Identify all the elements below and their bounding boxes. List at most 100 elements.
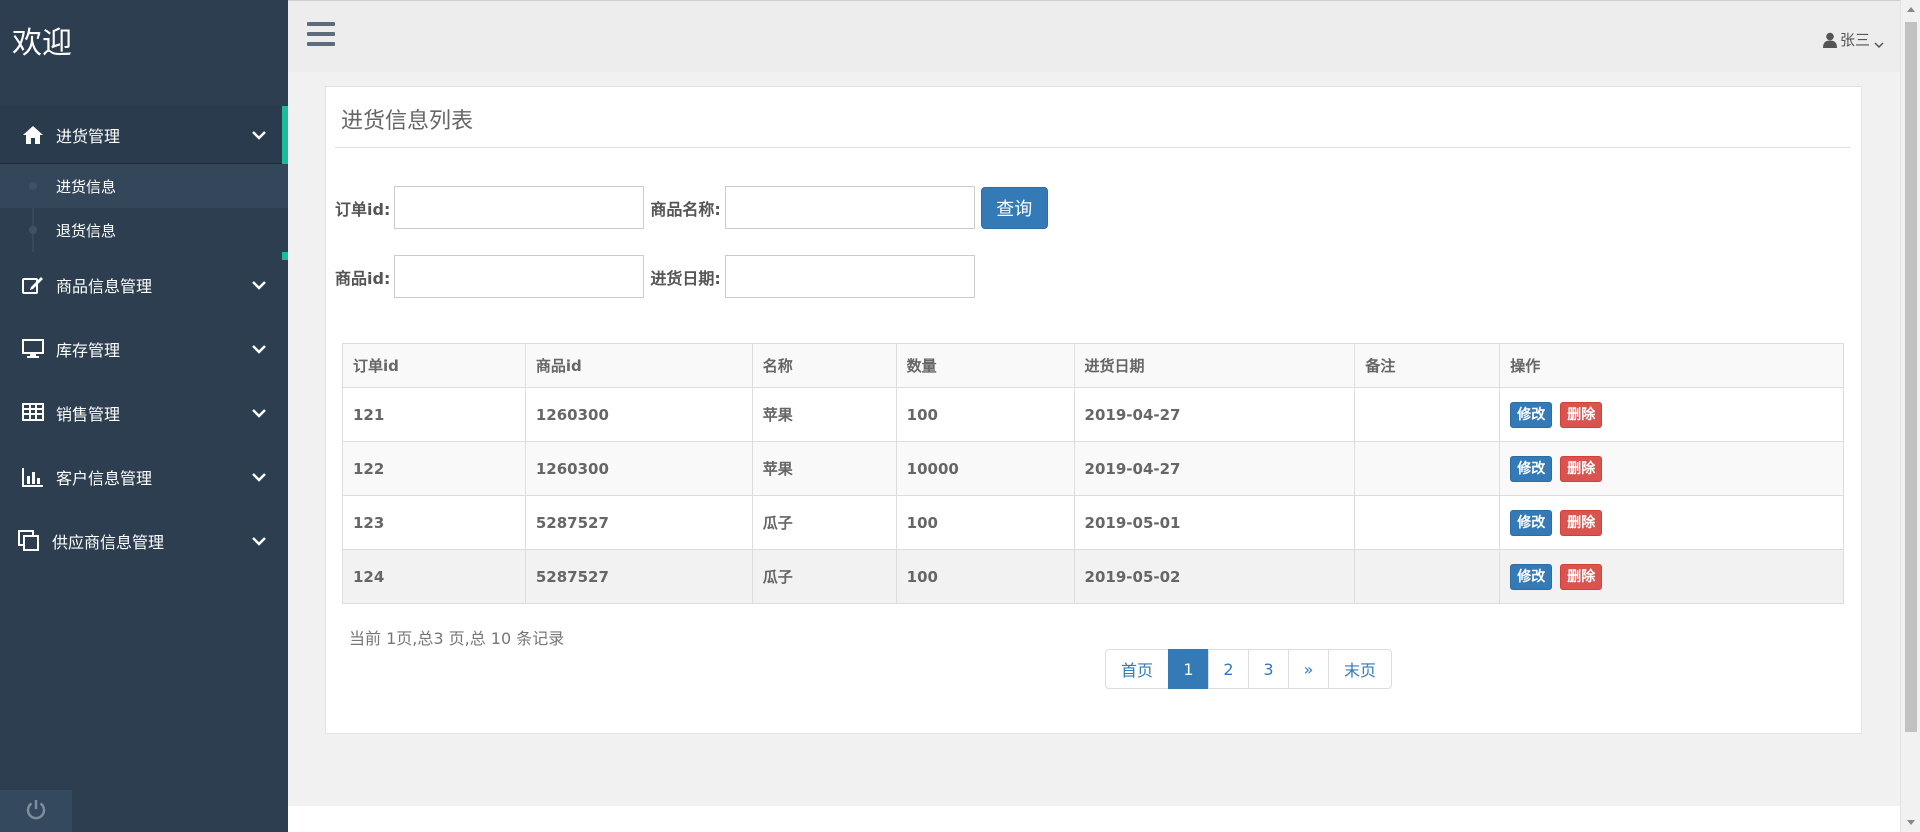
table-cell: 100 xyxy=(895,495,1075,550)
delete-button[interactable]: 删除 xyxy=(1560,401,1603,428)
table-cell: 1260300 xyxy=(524,441,753,496)
menu-group-purchase: 进货管理 进货信息 退货信息 xyxy=(0,106,288,260)
column-header[interactable]: 备注 xyxy=(1354,343,1501,388)
purchase-table: 订单id 商品id 名称 数量 进货日期 备注 操作 121 1260300 苹… xyxy=(342,343,1844,604)
last-page-link[interactable]: 末页 xyxy=(1328,649,1392,689)
order-id-label: 订单id: xyxy=(335,199,391,219)
divider xyxy=(335,147,1850,148)
column-header[interactable]: 商品id xyxy=(524,343,753,388)
scrollbar-thumb[interactable] xyxy=(1905,22,1917,732)
product-name-label: 商品名称: xyxy=(650,199,721,219)
sidebar-subitem-label: 进货信息 xyxy=(56,177,117,196)
sidebar-item-supplier[interactable]: 供应商信息管理 xyxy=(0,512,288,570)
actions-cell: 修改 删除 xyxy=(1499,441,1844,496)
chevron-down-icon xyxy=(250,276,268,294)
purchase-date-input[interactable] xyxy=(724,255,975,298)
table-cell: 1260300 xyxy=(524,387,753,442)
user-icon xyxy=(1822,32,1837,48)
page-title: 进货信息列表 xyxy=(341,109,474,134)
sidebar-subitem-return-info[interactable]: 退货信息 xyxy=(0,208,288,252)
table-cell xyxy=(1354,495,1501,550)
chevron-down-icon xyxy=(250,532,268,550)
edit-button[interactable]: 修改 xyxy=(1510,401,1553,428)
table-cell: 124 xyxy=(342,549,526,604)
actions-cell: 修改 删除 xyxy=(1499,387,1844,442)
table-cell: 122 xyxy=(342,441,526,496)
sidebar-item-customer[interactable]: 客户信息管理 xyxy=(0,448,288,506)
query-button[interactable]: 查询 xyxy=(980,186,1048,229)
scroll-up-arrow-icon[interactable] xyxy=(1901,0,1920,18)
hamburger-line xyxy=(307,22,335,26)
table-icon xyxy=(20,402,46,424)
edit-icon xyxy=(20,274,46,296)
edit-button[interactable]: 修改 xyxy=(1510,509,1553,536)
pagination: 首页 1 2 3 » 末页 xyxy=(1105,649,1392,689)
column-header[interactable]: 名称 xyxy=(751,343,897,388)
table-row: 121 1260300 苹果 100 2019-04-27 修改 删除 xyxy=(342,387,1844,442)
edit-button[interactable]: 修改 xyxy=(1510,563,1553,590)
copy-icon xyxy=(16,530,42,552)
bottom-strip xyxy=(288,806,1900,832)
content-area: 进货信息列表 订单id: 商品名称: 查询 商品id: 进货日期: 订单id 商… xyxy=(288,72,1900,808)
scroll-down-arrow-icon[interactable] xyxy=(1901,814,1920,832)
table-cell: 苹果 xyxy=(751,387,897,442)
power-icon xyxy=(25,798,47,825)
table-cell: 苹果 xyxy=(751,441,897,496)
product-name-input[interactable] xyxy=(724,186,975,229)
table-row: 124 5287527 瓜子 100 2019-05-02 修改 删除 xyxy=(342,549,1844,604)
table-row: 123 5287527 瓜子 100 2019-05-01 修改 删除 xyxy=(342,495,1844,550)
table-row: 122 1260300 苹果 10000 2019-04-27 修改 删除 xyxy=(342,441,1844,496)
column-header[interactable]: 进货日期 xyxy=(1073,343,1356,388)
column-header[interactable]: 订单id xyxy=(342,343,526,388)
next-page-link[interactable]: » xyxy=(1288,649,1329,689)
table-cell: 100 xyxy=(895,549,1075,604)
column-header[interactable]: 操作 xyxy=(1499,343,1844,388)
sidebar-subitem-label: 退货信息 xyxy=(56,221,117,240)
sidebar-item-label: 客户信息管理 xyxy=(56,469,153,488)
product-id-input[interactable] xyxy=(394,255,645,298)
table-cell: 2019-04-27 xyxy=(1073,441,1356,496)
user-name: 张三 xyxy=(1839,31,1870,49)
delete-button[interactable]: 删除 xyxy=(1560,455,1603,482)
table-cell xyxy=(1354,549,1501,604)
table-cell: 2019-05-02 xyxy=(1073,549,1356,604)
sidebar-subitem-purchase-info[interactable]: 进货信息 xyxy=(0,164,288,208)
edit-button[interactable]: 修改 xyxy=(1510,455,1553,482)
submenu-purchase: 进货信息 退货信息 xyxy=(0,164,288,252)
bullet-dot xyxy=(29,226,37,234)
bullet-dot xyxy=(29,182,37,190)
column-header[interactable]: 数量 xyxy=(895,343,1075,388)
brand-title: 欢迎 xyxy=(12,26,72,61)
table-cell: 5287527 xyxy=(524,495,753,550)
logout-button[interactable] xyxy=(0,790,72,832)
first-page-link[interactable]: 首页 xyxy=(1105,649,1169,689)
hamburger-line xyxy=(307,32,335,36)
table-cell: 瓜子 xyxy=(751,549,897,604)
topbar: 张三 xyxy=(288,0,1900,72)
page-link-3[interactable]: 3 xyxy=(1248,649,1289,689)
sidebar: 欢迎 进货管理 进货信息 退货信息 商品信息管理 库存管理 销售管理 客户信息管… xyxy=(0,0,288,832)
hamburger-line xyxy=(307,42,335,46)
order-id-input[interactable] xyxy=(394,186,645,229)
chevron-down-icon xyxy=(250,126,268,144)
home-icon xyxy=(20,124,46,146)
sidebar-item-label: 供应商信息管理 xyxy=(52,533,165,552)
menu-toggle-button[interactable] xyxy=(307,22,337,50)
sidebar-item-inventory[interactable]: 库存管理 xyxy=(0,320,288,378)
purchase-list-panel: 进货信息列表 订单id: 商品名称: 查询 商品id: 进货日期: 订单id 商… xyxy=(325,86,1862,734)
sidebar-item-label: 库存管理 xyxy=(56,341,121,360)
sidebar-item-product[interactable]: 商品信息管理 xyxy=(0,256,288,314)
actions-cell: 修改 删除 xyxy=(1499,495,1844,550)
vertical-scrollbar[interactable] xyxy=(1900,0,1920,832)
user-menu[interactable]: 张三 xyxy=(1822,29,1884,50)
page-info: 当前 1页,总3 页,总 10 条记录 xyxy=(349,629,565,648)
page-link-2[interactable]: 2 xyxy=(1208,649,1249,689)
delete-button[interactable]: 删除 xyxy=(1560,563,1603,590)
sidebar-item-sales[interactable]: 销售管理 xyxy=(0,384,288,442)
page-link-1[interactable]: 1 xyxy=(1168,649,1209,689)
sidebar-item-purchase[interactable]: 进货管理 xyxy=(0,106,288,164)
table-cell: 121 xyxy=(342,387,526,442)
table-cell: 瓜子 xyxy=(751,495,897,550)
delete-button[interactable]: 删除 xyxy=(1560,509,1603,536)
sidebar-item-label: 销售管理 xyxy=(56,405,121,424)
